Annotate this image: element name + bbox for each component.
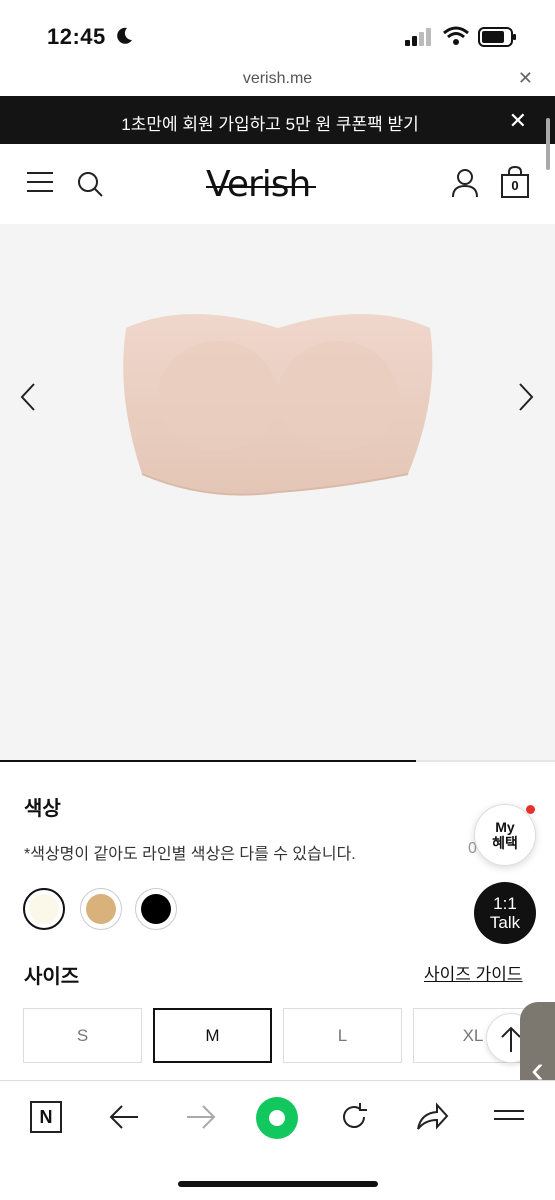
user-icon[interactable] [451,168,479,198]
product-image [123,314,433,496]
wifi-icon [443,26,469,45]
status-time: 12:45 [47,24,106,49]
refresh-icon[interactable] [338,1101,370,1133]
status-bar: 12:45 [0,0,555,64]
my-benefits-line2: 혜택 [492,835,518,851]
logo-strike [206,186,317,188]
talk-chat-button[interactable]: 1:1 Talk [474,882,536,944]
talk-line2: Talk [489,913,521,932]
swatch-ivory-color [29,894,59,924]
swatch-black-color [141,894,171,924]
promo-banner[interactable]: 1초만에 회원 가입하고 5만 원 쿠폰팩 받기 ✕ [0,96,555,144]
close-icon[interactable]: ✕ [509,108,527,134]
url-text[interactable]: verish.me [0,70,555,88]
swatch-beige-color [86,894,116,924]
my-benefits-button[interactable]: My 혜택 [474,804,536,866]
hamburger-menu-icon[interactable] [27,172,53,194]
url-bar[interactable]: verish.me ✕ [0,64,555,96]
size-label: 사이즈 [24,966,80,988]
site-logo[interactable]: Verish [206,164,317,205]
my-benefits-line1: My [495,819,515,835]
moon-icon [117,27,132,44]
home-button[interactable] [256,1097,298,1139]
swatch-black[interactable] [135,888,177,930]
size-option-m[interactable]: M [153,1008,272,1063]
color-note: *색상명이 같아도 라인별 색상은 다를 수 있습니다. [24,846,356,863]
menu-icon[interactable] [494,1105,524,1129]
scroll-indicator [546,118,550,170]
notification-dot [526,805,535,814]
chevron-left-icon[interactable] [18,382,40,412]
color-label: 색상 [24,798,61,820]
swatch-ivory[interactable] [23,888,65,930]
promo-text[interactable]: 1초만에 회원 가입하고 5만 원 쿠폰팩 받기 [0,110,540,135]
back-arrow-icon[interactable] [108,1101,140,1133]
search-icon[interactable] [76,170,104,198]
share-icon[interactable] [415,1101,449,1133]
forward-arrow-icon[interactable] [185,1101,217,1133]
cart-count: 0 [511,178,519,193]
signal-icon [405,28,431,46]
size-option-s[interactable]: S [23,1008,142,1063]
battery-icon [478,27,516,47]
swatch-beige[interactable] [80,888,122,930]
size-option-l[interactable]: L [283,1008,402,1063]
product-gallery[interactable] [0,224,555,760]
logo-text: Verish [206,164,311,205]
product-options: 색상 *색상명이 같아도 라인별 색상은 다를 수 있습니다. 0 사이즈 사이… [0,762,555,1080]
site-header: Verish 0 [0,144,555,224]
home-icon [269,1110,285,1126]
naver-icon[interactable]: N [30,1101,62,1133]
chevron-right-icon[interactable] [514,382,536,412]
cart-button[interactable]: 0 [500,165,530,203]
home-indicator [178,1181,378,1187]
close-url-icon[interactable]: ✕ [518,68,533,89]
size-guide-link[interactable]: 사이즈 가이드 [424,960,523,985]
talk-line1: 1:1 [493,894,517,913]
